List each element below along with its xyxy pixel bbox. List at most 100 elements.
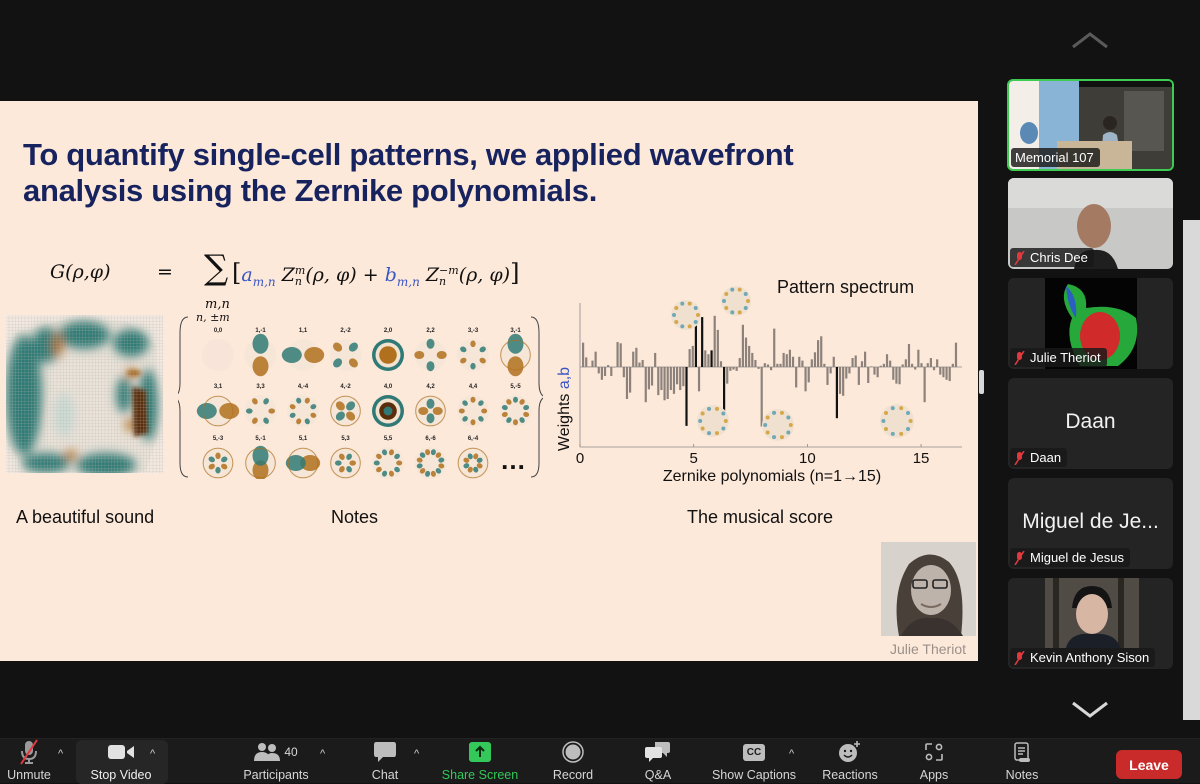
- unmute-button[interactable]: Unmute: [4, 738, 54, 782]
- ylabel-accent: a,b: [556, 367, 573, 389]
- spectrum-bar: [817, 340, 820, 367]
- zernike-note-label: 2,2: [426, 328, 435, 334]
- spectrum-bar: [823, 363, 826, 367]
- participants-options-caret[interactable]: ^: [320, 748, 325, 760]
- zernike-note-label: 5,5: [384, 436, 393, 442]
- spectrum-bar: [632, 351, 635, 367]
- spectrum-bar: [842, 367, 845, 396]
- spectrum-bar: [936, 359, 939, 367]
- chat-button[interactable]: Chat: [362, 738, 408, 782]
- zernike-note-disc: [457, 395, 489, 427]
- show-captions-label: Show Captions: [711, 768, 797, 782]
- presenter-face-icon: [881, 542, 976, 636]
- slide-title-line1: To quantify single-cell patterns, we app…: [23, 137, 794, 172]
- share-screen-label: Share Screen: [441, 768, 519, 782]
- spectrum-bar: [917, 349, 920, 367]
- zernike-note-disc: [244, 395, 277, 427]
- chat-label: Chat: [371, 768, 399, 782]
- share-screen-button[interactable]: Share Screen: [436, 738, 524, 782]
- slide-title-line2: analysis using the Zernike polynomials.: [23, 173, 598, 208]
- spectrum-bar: [707, 354, 710, 367]
- notes-axis-label: n, ±m: [196, 313, 230, 324]
- formula-equals: =: [157, 261, 173, 283]
- spectrum-bar: [585, 357, 588, 367]
- spectrum-bar: [923, 367, 926, 403]
- zernike-note-label: 4,-4: [298, 384, 309, 390]
- participant-tile-memorial-107[interactable]: Memorial 107: [1007, 79, 1174, 171]
- spectrum-bar: [895, 367, 898, 384]
- spectrum-bar: [813, 352, 817, 367]
- qa-button[interactable]: Q&A: [636, 738, 680, 782]
- participant-tile-miguel-de-jesus[interactable]: Miguel de Je... Miguel de Jesus: [1008, 478, 1173, 569]
- record-button[interactable]: Record: [546, 738, 600, 782]
- muted-mic-icon: [1014, 250, 1025, 265]
- apps-button[interactable]: Apps: [912, 738, 956, 782]
- spectrum-bar: [616, 342, 619, 367]
- video-options-caret[interactable]: ^: [150, 748, 155, 760]
- zernike-note-disc: [457, 339, 489, 371]
- participant-name: Daan: [1030, 450, 1062, 465]
- notes-button[interactable]: Notes: [998, 738, 1046, 782]
- spectrum-bar: [820, 336, 823, 367]
- zernike-note-label: 0,0: [214, 328, 223, 334]
- captions-options-caret[interactable]: ^: [789, 748, 794, 760]
- slide-resize-handle[interactable]: [979, 370, 984, 394]
- spectrum-bar: [676, 367, 679, 385]
- participants-icon: [254, 743, 281, 761]
- scroll-up-chevron-icon[interactable]: [1071, 30, 1109, 50]
- zernike-note-disc: [414, 395, 447, 427]
- coef-b: b: [384, 264, 397, 286]
- coef-a: a: [241, 264, 253, 286]
- spectrum-bar: [669, 367, 672, 391]
- zernike-note-label: 3,-1: [510, 328, 521, 334]
- participant-tile-chris-dee[interactable]: Chris Dee: [1008, 178, 1173, 269]
- notes-label: Notes: [1005, 768, 1039, 782]
- reactions-button[interactable]: Reactions: [816, 738, 884, 782]
- spectrum-bar: [738, 358, 741, 367]
- show-captions-button[interactable]: CC Show Captions: [706, 738, 802, 782]
- spectrum-bar: [857, 367, 860, 385]
- zernike-note-label: 1,1: [299, 328, 308, 334]
- spectrum-bar: [660, 367, 663, 391]
- spectrum-bar: [716, 329, 719, 367]
- spectrum-bar: [682, 367, 685, 387]
- spectrum-bar: [795, 367, 798, 388]
- spectrum-bar: [622, 367, 625, 378]
- spectrum-bar: [929, 358, 932, 367]
- zernike-note-disc: [285, 447, 321, 479]
- chat-options-caret[interactable]: ^: [414, 748, 419, 760]
- zernike-note-disc: [244, 333, 277, 377]
- participant-tile-julie-theriot[interactable]: Julie Theriot: [1008, 278, 1173, 369]
- participant-tile-kevin-anthony-sison[interactable]: Kevin Anthony Sison: [1008, 578, 1173, 669]
- spectrum-bar: [588, 366, 591, 367]
- participant-tile-daan[interactable]: Daan Daan: [1008, 378, 1173, 469]
- spectrum-bar: [948, 367, 951, 382]
- spectrum-bar: [754, 359, 757, 367]
- chart-xlabel: Zernike polynomials (n=1→15): [663, 468, 881, 485]
- zernike-note-label: 6,-4: [468, 436, 479, 442]
- spectrum-bar: [644, 367, 647, 403]
- record-icon: [562, 741, 584, 763]
- qa-icon: [645, 742, 670, 762]
- spectrum-bar: [766, 364, 770, 367]
- zernike-note-disc: [244, 445, 277, 479]
- spectrum-bar: [600, 367, 603, 380]
- participants-button[interactable]: 40 Participants: [236, 738, 316, 782]
- background-window-edge: [1183, 220, 1200, 720]
- scroll-down-chevron-icon[interactable]: [1071, 700, 1109, 720]
- zernike-note-label: 1,-1: [255, 328, 266, 334]
- zernike-note-label: 2,0: [384, 328, 393, 334]
- spectrum-bar: [741, 324, 744, 367]
- spectrum-bar: [851, 358, 854, 367]
- audio-options-caret[interactable]: ^: [58, 748, 63, 760]
- spectrum-bar: [889, 360, 892, 367]
- qa-label: Q&A: [644, 768, 672, 782]
- spectrum-bar: [688, 349, 691, 367]
- spectrum-bar: [882, 363, 885, 367]
- leave-meeting-button[interactable]: Leave: [1116, 750, 1182, 779]
- spectrum-bar: [939, 367, 942, 375]
- zernike-note-label: 3,1: [214, 384, 223, 390]
- spectrum-bar: [663, 367, 666, 401]
- stop-video-button[interactable]: Stop Video: [82, 738, 160, 782]
- unmute-label: Unmute: [7, 768, 51, 782]
